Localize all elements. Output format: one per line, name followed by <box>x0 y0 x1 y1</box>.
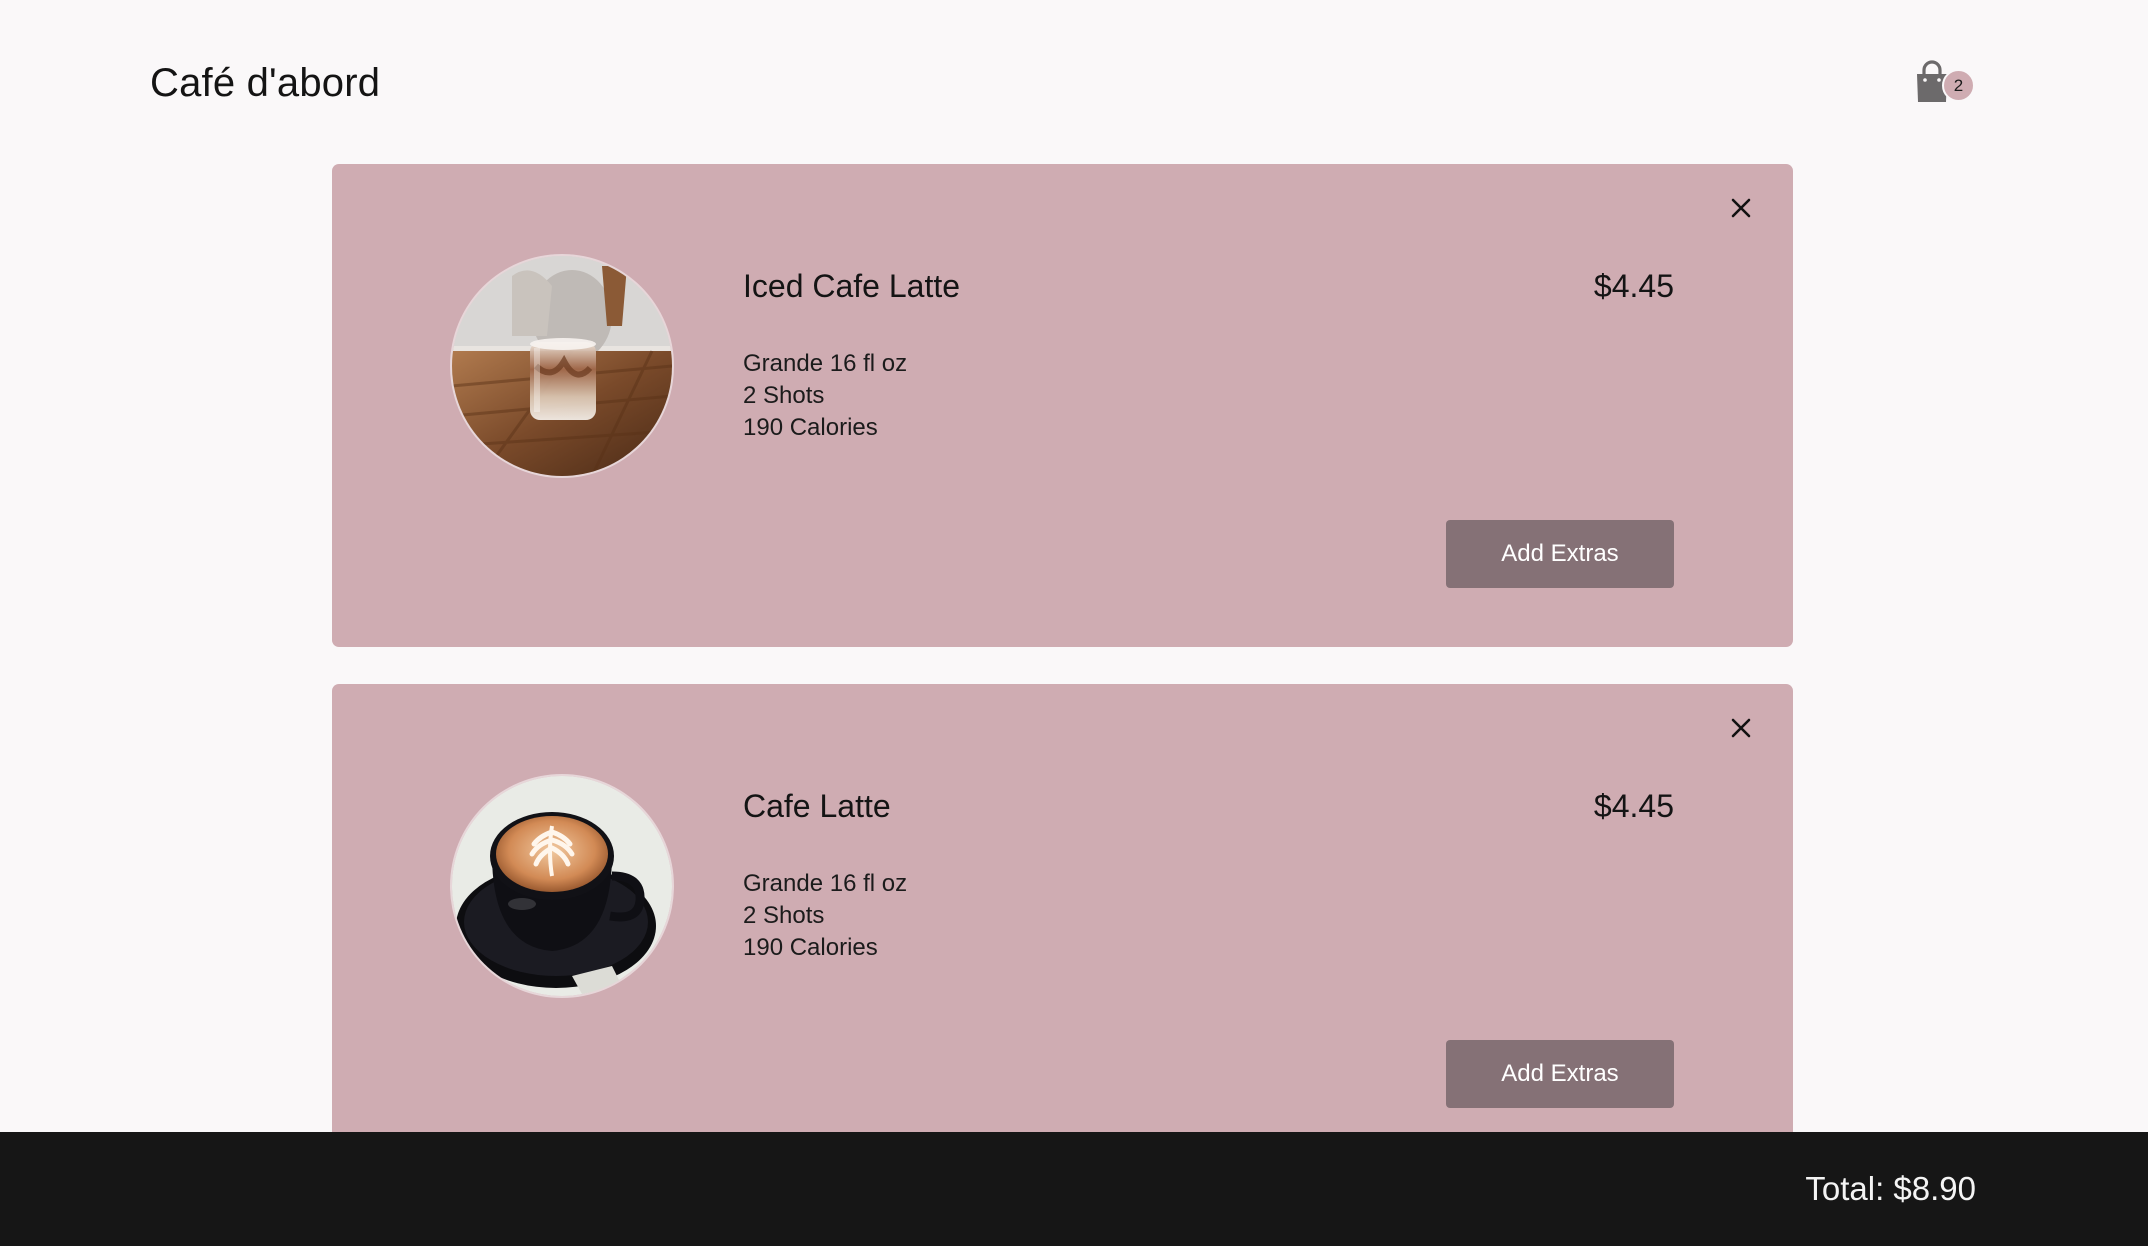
item-calories: 190 Calories <box>743 414 878 441</box>
cart-item-card: Cafe Latte $4.45 Grande 16 fl oz 2 Shots… <box>332 684 1793 1167</box>
add-extras-button[interactable]: Add Extras <box>1446 1040 1674 1108</box>
header: Café d'abord 2 <box>0 0 2148 164</box>
footer-bar: Total: $8.90 <box>0 1132 2148 1246</box>
cart-item-card: Iced Cafe Latte $4.45 Grande 16 fl oz 2 … <box>332 164 1793 647</box>
close-icon <box>1731 198 1751 218</box>
item-shots: 2 Shots <box>743 902 825 929</box>
add-extras-button[interactable]: Add Extras <box>1446 520 1674 588</box>
item-price: $4.45 <box>1593 268 1674 304</box>
order-total: Total: $8.90 <box>1805 1170 1976 1207</box>
close-icon <box>1731 718 1751 738</box>
item-name: Iced Cafe Latte <box>743 268 961 304</box>
iced-latte-image <box>452 256 672 476</box>
remove-item-button[interactable] <box>1722 709 1760 747</box>
item-calories: 190 Calories <box>743 934 878 961</box>
latte-image <box>452 776 672 996</box>
item-size: Grande 16 fl oz <box>743 870 908 897</box>
cart-button[interactable]: 2 <box>1908 58 1976 108</box>
item-details: Grande 16 fl oz 2 Shots 190 Calories <box>743 868 907 964</box>
item-size: Grande 16 fl oz <box>743 350 908 377</box>
cart-count-badge: 2 <box>1942 69 1975 102</box>
item-price: $4.45 <box>1593 788 1674 824</box>
brand-title: Café d'abord <box>150 61 381 105</box>
item-details: Grande 16 fl oz 2 Shots 190 Calories <box>743 348 907 444</box>
item-name: Cafe Latte <box>743 788 891 824</box>
item-shots: 2 Shots <box>743 382 825 409</box>
remove-item-button[interactable] <box>1722 189 1760 227</box>
